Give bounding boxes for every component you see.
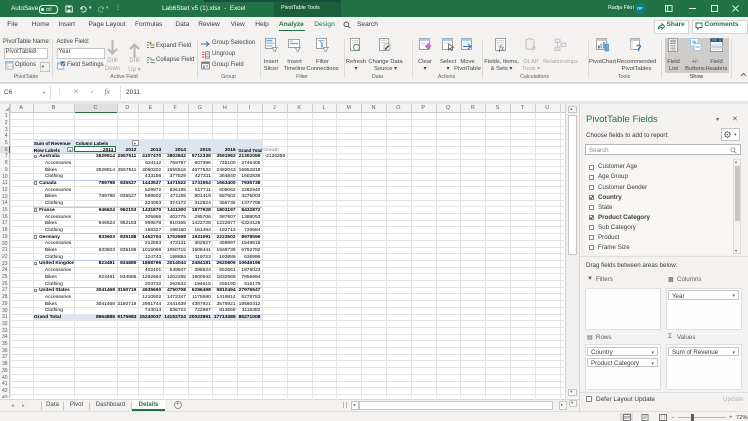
- svg-text:fx: fx: [532, 45, 537, 52]
- svg-text:fx: fx: [499, 45, 505, 53]
- svg-text:?: ?: [636, 43, 642, 52]
